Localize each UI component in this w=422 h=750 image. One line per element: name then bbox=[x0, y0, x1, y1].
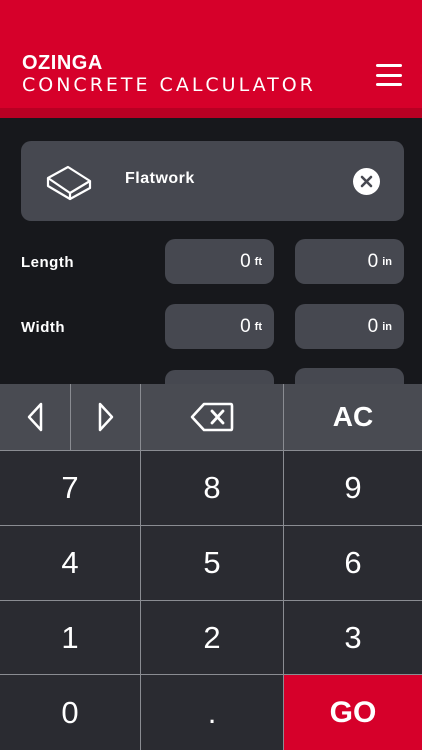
length-inches-unit: in bbox=[382, 255, 392, 268]
header-divider bbox=[0, 108, 422, 118]
key-8[interactable]: 8 bbox=[141, 451, 284, 526]
key-6[interactable]: 6 bbox=[284, 526, 422, 601]
width-feet-unit: ft bbox=[254, 320, 262, 333]
backspace-icon bbox=[190, 402, 234, 432]
left-arrow-icon bbox=[27, 402, 43, 432]
brand-logo: OZINGA bbox=[22, 52, 103, 74]
width-inches-unit: in bbox=[382, 320, 392, 333]
length-inches-value: 0 bbox=[367, 250, 379, 272]
calculator-form: Flatwork Length 0 ft 0 in Width 0 ft 0 i… bbox=[0, 118, 422, 384]
project-type-selector[interactable]: Flatwork bbox=[21, 141, 404, 221]
cursor-right-button[interactable] bbox=[71, 384, 141, 451]
backspace-button[interactable] bbox=[141, 384, 284, 451]
all-clear-button[interactable]: AC bbox=[284, 384, 422, 451]
key-4[interactable]: 4 bbox=[0, 526, 141, 601]
length-feet-unit: ft bbox=[254, 255, 262, 268]
length-label: Length bbox=[21, 254, 74, 271]
width-feet-value: 0 bbox=[240, 315, 251, 337]
key-1[interactable]: 1 bbox=[0, 601, 141, 675]
close-icon[interactable] bbox=[353, 168, 380, 195]
width-feet-input[interactable]: 0 ft bbox=[165, 304, 274, 349]
width-inches-value: 0 bbox=[367, 315, 379, 337]
key-7[interactable]: 7 bbox=[0, 451, 141, 526]
length-inches-input[interactable]: 0 in bbox=[295, 239, 404, 284]
width-inches-input[interactable]: 0 in bbox=[295, 304, 404, 349]
numeric-keypad: AC 7 8 9 4 5 6 1 2 3 0 . GO bbox=[0, 384, 422, 750]
app-header: OZINGA CONCRETE CALCULATOR bbox=[0, 0, 422, 118]
go-button[interactable]: GO bbox=[284, 675, 422, 750]
concrete-slab-icon bbox=[46, 165, 92, 201]
key-0[interactable]: 0 bbox=[0, 675, 141, 750]
app-title: CONCRETE CALCULATOR bbox=[22, 74, 316, 96]
length-feet-value: 0 bbox=[240, 250, 251, 272]
key-5[interactable]: 5 bbox=[141, 526, 284, 601]
cursor-left-button[interactable] bbox=[0, 384, 71, 451]
width-label: Width bbox=[21, 319, 66, 336]
key-3[interactable]: 3 bbox=[284, 601, 422, 675]
hamburger-menu-icon[interactable] bbox=[376, 64, 402, 86]
key-9[interactable]: 9 bbox=[284, 451, 422, 526]
right-arrow-icon bbox=[98, 402, 113, 432]
depth-feet-input[interactable] bbox=[165, 370, 274, 384]
depth-inches-input[interactable] bbox=[295, 368, 404, 384]
decimal-key[interactable]: . bbox=[141, 675, 284, 750]
key-2[interactable]: 2 bbox=[141, 601, 284, 675]
length-feet-input[interactable]: 0 ft bbox=[165, 239, 274, 284]
project-type-label: Flatwork bbox=[125, 170, 195, 187]
